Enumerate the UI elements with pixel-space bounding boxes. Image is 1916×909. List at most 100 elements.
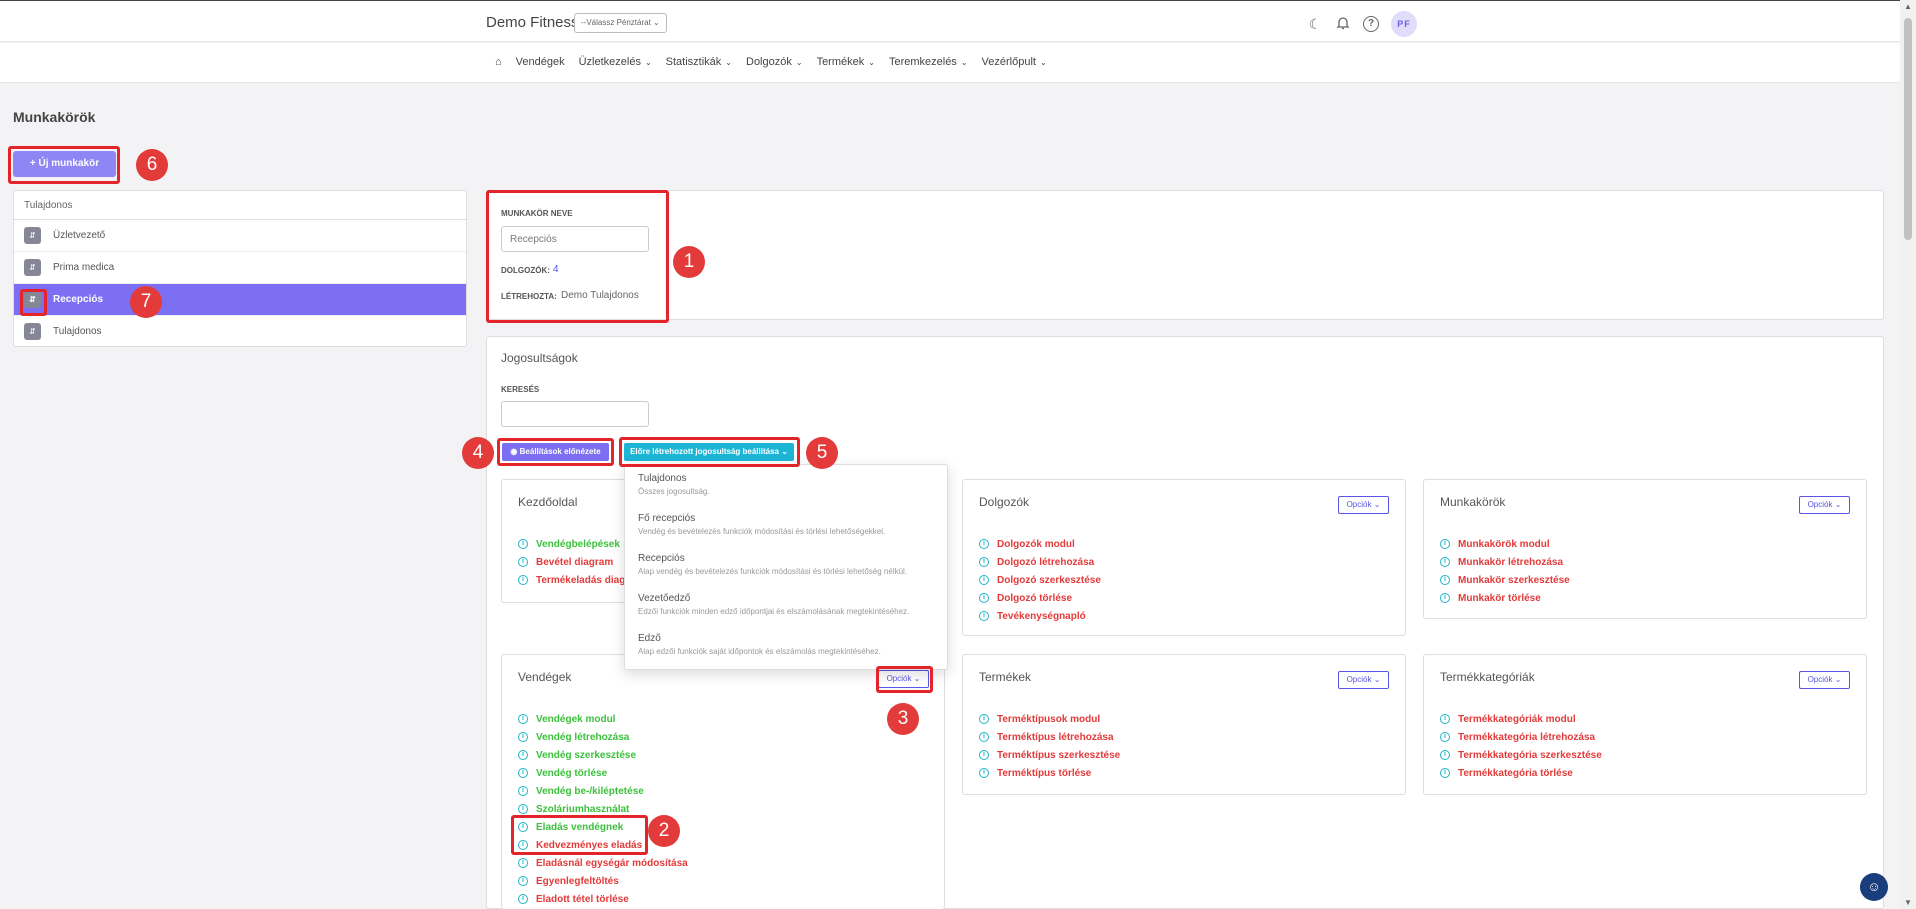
permission-label: Vendég szerkesztése	[536, 749, 637, 761]
info-icon[interactable]: i	[1440, 714, 1450, 724]
permission-item[interactable]: i Termékkategória létrehozása	[1440, 728, 1602, 746]
permission-item[interactable]: i Termékkategória szerkesztése	[1440, 746, 1602, 764]
highlight-box	[20, 289, 47, 316]
scrollbar[interactable]: ▲ ▼	[1900, 0, 1916, 909]
nav-item-teremkezeles[interactable]: Teremkezelés ⌄	[889, 56, 968, 68]
permission-item[interactable]: i Vendégek modul	[518, 710, 688, 728]
scroll-down-icon[interactable]: ▼	[1904, 898, 1912, 907]
permission-item[interactable]: i Dolgozó szerkesztése	[979, 571, 1101, 589]
preset-option[interactable]: Fő recepciós Vendég és bevételezés funkci…	[638, 513, 934, 553]
info-icon[interactable]: i	[1440, 575, 1450, 585]
permission-item[interactable]: i Termékkategória törlése	[1440, 764, 1602, 782]
options-button[interactable]: Opciók ⌄	[1338, 671, 1389, 689]
nav-item-termekek[interactable]: Termékek ⌄	[817, 56, 875, 68]
permission-item[interactable]: i Vendég szerkesztése	[518, 746, 688, 764]
info-icon[interactable]: i	[518, 732, 528, 742]
info-icon[interactable]: i	[1440, 557, 1450, 567]
info-icon[interactable]: i	[518, 894, 528, 904]
info-icon[interactable]: i	[518, 876, 528, 886]
permission-search-input[interactable]	[501, 401, 649, 427]
permission-item[interactable]: i Eladásnál egységár módosítása	[518, 854, 688, 872]
permission-item[interactable]: i Termékeladás diag	[518, 571, 625, 589]
info-icon[interactable]: i	[518, 557, 528, 567]
info-icon[interactable]: i	[1440, 593, 1450, 603]
info-icon[interactable]: i	[518, 786, 528, 796]
info-icon[interactable]: i	[518, 575, 528, 585]
permission-item[interactable]: i Munkakör létrehozása	[1440, 553, 1570, 571]
help-icon[interactable]: ?	[1363, 16, 1379, 32]
permission-item[interactable]: i Munkakörök modul	[1440, 535, 1570, 553]
options-button[interactable]: Opciók ⌄	[1799, 671, 1850, 689]
permission-item[interactable]: i Eladott tétel törlése	[518, 890, 688, 908]
permission-list: i Vendégek modul i Vendég létrehozása i Ven…	[518, 710, 688, 908]
permission-item[interactable]: i Vendégbelépések	[518, 535, 625, 553]
info-icon[interactable]: i	[518, 750, 528, 760]
info-icon[interactable]: i	[979, 750, 989, 760]
options-button[interactable]: Opciók ⌄	[1799, 496, 1850, 514]
permission-item[interactable]: i Munkakör törlése	[1440, 589, 1570, 607]
permission-item[interactable]: i Terméktípus törlése	[979, 764, 1120, 782]
info-icon[interactable]: i	[518, 539, 528, 549]
role-label: Prima medica	[53, 262, 115, 273]
info-icon[interactable]: i	[979, 611, 989, 621]
preset-option[interactable]: Vezetőedző Edzői funkciók minden edző idő…	[638, 593, 934, 633]
role-item[interactable]: ⇵ Tulajdonos	[14, 316, 466, 346]
info-icon[interactable]: i	[518, 714, 528, 724]
permission-item[interactable]: i Terméktípus létrehozása	[979, 728, 1120, 746]
permission-item[interactable]: i Egyenlegfeltöltés	[518, 872, 688, 890]
permission-item[interactable]: i Terméktípus szerkesztése	[979, 746, 1120, 764]
moon-icon[interactable]: ☾	[1307, 16, 1323, 32]
permission-item[interactable]: i Vendég törlése	[518, 764, 688, 782]
nav-item-uzletkezeles[interactable]: Üzletkezelés ⌄	[579, 56, 652, 68]
role-item-active[interactable]: ⇵ Recepciós	[14, 284, 466, 316]
permission-item[interactable]: i Tevékenységnapló	[979, 607, 1101, 625]
annotation-badge: 4	[462, 437, 494, 469]
info-icon[interactable]: i	[979, 593, 989, 603]
role-item[interactable]: ⇵ Üzletvezető	[14, 220, 466, 252]
preset-option[interactable]: Recepciós Alap vendég és bevételezés funk…	[638, 553, 934, 593]
nav-item-dolgozok[interactable]: Dolgozók ⌄	[746, 56, 803, 68]
permission-item[interactable]: i Dolgozók modul	[979, 535, 1101, 553]
info-icon[interactable]: i	[979, 768, 989, 778]
permission-item[interactable]: i Terméktípusok modul	[979, 710, 1120, 728]
swap-icon[interactable]: ⇵	[24, 323, 41, 340]
nav-item-vendegek[interactable]: Vendégek	[516, 56, 565, 68]
brand-name[interactable]: Demo Fitness	[486, 14, 579, 31]
avatar[interactable]: PF	[1391, 11, 1417, 37]
info-icon[interactable]: i	[979, 714, 989, 724]
permission-item[interactable]: i Dolgozó törlése	[979, 589, 1101, 607]
nav-item-statisztikak[interactable]: Statisztikák ⌄	[666, 56, 732, 68]
permission-item[interactable]: i Dolgozó létrehozása	[979, 553, 1101, 571]
role-item[interactable]: ⇵ Prima medica	[14, 252, 466, 284]
info-icon[interactable]: i	[1440, 732, 1450, 742]
info-icon[interactable]: i	[979, 539, 989, 549]
swap-icon[interactable]: ⇵	[24, 259, 41, 276]
bell-icon[interactable]	[1335, 16, 1351, 32]
chevron-down-icon: ⌄	[868, 58, 875, 67]
info-icon[interactable]: i	[518, 768, 528, 778]
info-icon[interactable]: i	[518, 858, 528, 868]
info-icon[interactable]: i	[518, 804, 528, 814]
info-icon[interactable]: i	[1440, 750, 1450, 760]
cashier-select[interactable]: --Válassz Pénztárat ⌄	[574, 13, 667, 33]
support-bot-icon[interactable]: ☺	[1860, 873, 1888, 901]
permission-item[interactable]: i Munkakör szerkesztése	[1440, 571, 1570, 589]
scroll-up-icon[interactable]: ▲	[1904, 2, 1912, 11]
scrollbar-thumb[interactable]	[1904, 18, 1912, 240]
home-icon[interactable]: ⌂	[495, 56, 502, 68]
nav-item-vezerlopult[interactable]: Vezérlőpult ⌄	[982, 56, 1047, 68]
permission-item[interactable]: i Vendég be-/kiléptetése	[518, 782, 688, 800]
info-icon[interactable]: i	[979, 557, 989, 567]
permission-label: Terméktípus szerkesztése	[997, 749, 1121, 761]
permission-item[interactable]: i Bevétel diagram	[518, 553, 625, 571]
permission-item[interactable]: i Termékkategóriák modul	[1440, 710, 1602, 728]
options-button[interactable]: Opciók ⌄	[1338, 496, 1389, 514]
permission-label: Egyenlegfeltöltés	[536, 875, 619, 887]
info-icon[interactable]: i	[1440, 539, 1450, 549]
info-icon[interactable]: i	[1440, 768, 1450, 778]
preset-option[interactable]: Tulajdonos Összes jogosultság.	[638, 473, 934, 513]
info-icon[interactable]: i	[979, 575, 989, 585]
info-icon[interactable]: i	[979, 732, 989, 742]
swap-icon[interactable]: ⇵	[24, 227, 41, 244]
permission-item[interactable]: i Vendég létrehozása	[518, 728, 688, 746]
